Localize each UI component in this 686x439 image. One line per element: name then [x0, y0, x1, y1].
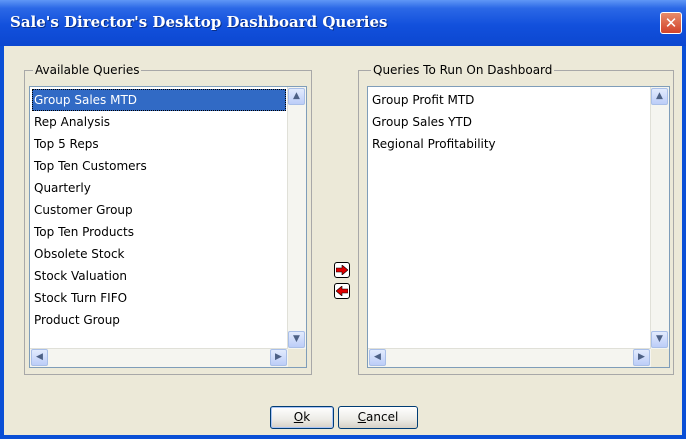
list-item[interactable]: Obsolete Stock	[32, 243, 286, 265]
scrollbar-corner	[651, 349, 669, 367]
scroll-down-icon[interactable]: ▼	[651, 331, 668, 348]
scroll-left-icon[interactable]: ◀	[31, 349, 48, 366]
scroll-up-icon[interactable]: ▲	[288, 88, 305, 105]
list-item[interactable]: Quarterly	[32, 177, 286, 199]
vertical-scrollbar[interactable]: ▲ ▼	[650, 87, 669, 349]
list-item[interactable]: Group Sales YTD	[370, 111, 649, 133]
available-queries-legend: Available Queries	[33, 63, 142, 77]
arrow-right-icon	[336, 265, 348, 275]
list-item[interactable]: Stock Valuation	[32, 265, 286, 287]
scroll-down-icon[interactable]: ▼	[288, 331, 305, 348]
list-item[interactable]: Stock Turn FIFO	[32, 287, 286, 309]
scroll-right-icon[interactable]: ▶	[633, 349, 650, 366]
dashboard-queries-list[interactable]: Group Profit MTD Group Sales YTD Regional …	[367, 86, 670, 368]
cancel-button[interactable]: Cancel	[338, 406, 418, 429]
vertical-scrollbar[interactable]: ▲ ▼	[287, 87, 306, 349]
dialog-window: Sale's Director's Desktop Dashboard Quer…	[0, 0, 686, 439]
list-item[interactable]: Rep Analysis	[32, 111, 286, 133]
close-icon: ✕	[664, 14, 678, 32]
horizontal-scrollbar[interactable]: ◀ ▶	[368, 348, 651, 367]
available-queries-items: Group Sales MTD Rep Analysis Top 5 Reps Top…	[32, 89, 286, 331]
arrow-left-icon	[336, 286, 348, 296]
available-queries-list[interactable]: Group Sales MTD Rep Analysis Top 5 Reps Top…	[29, 86, 307, 368]
scroll-left-icon[interactable]: ◀	[369, 349, 386, 366]
list-item[interactable]: Group Profit MTD	[370, 89, 649, 111]
list-item[interactable]: Product Group	[32, 309, 286, 331]
list-item[interactable]: Customer Group	[32, 199, 286, 221]
move-left-button[interactable]	[334, 283, 350, 299]
window-title: Sale's Director's Desktop Dashboard Quer…	[10, 13, 388, 31]
list-item[interactable]: Top 5 Reps	[32, 133, 286, 155]
horizontal-scrollbar[interactable]: ◀ ▶	[30, 348, 288, 367]
title-bar[interactable]: Sale's Director's Desktop Dashboard Quer…	[0, 0, 686, 46]
dashboard-queries-items: Group Profit MTD Group Sales YTD Regional …	[370, 89, 649, 155]
scroll-up-icon[interactable]: ▲	[651, 88, 668, 105]
cancel-mnemonic: C	[357, 410, 367, 424]
dashboard-queries-group: Queries To Run On Dashboard Group Profit…	[358, 63, 674, 375]
ok-label-rest: k	[303, 410, 311, 424]
dashboard-queries-legend: Queries To Run On Dashboard	[371, 63, 555, 77]
list-item[interactable]: Group Sales MTD	[32, 89, 286, 111]
ok-mnemonic: O	[293, 410, 304, 424]
cancel-label-rest: ancel	[366, 410, 399, 424]
dialog-body: Available Queries Group Sales MTD Rep Ana…	[4, 46, 682, 435]
ok-button[interactable]: Ok	[270, 406, 334, 429]
available-queries-group: Available Queries Group Sales MTD Rep Ana…	[24, 63, 312, 375]
close-button[interactable]: ✕	[660, 12, 682, 34]
scrollbar-corner	[288, 349, 306, 367]
scroll-right-icon[interactable]: ▶	[270, 349, 287, 366]
list-item[interactable]: Top Ten Customers	[32, 155, 286, 177]
list-item[interactable]: Regional Profitability	[370, 133, 649, 155]
list-item[interactable]: Top Ten Products	[32, 221, 286, 243]
move-right-button[interactable]	[334, 262, 350, 278]
